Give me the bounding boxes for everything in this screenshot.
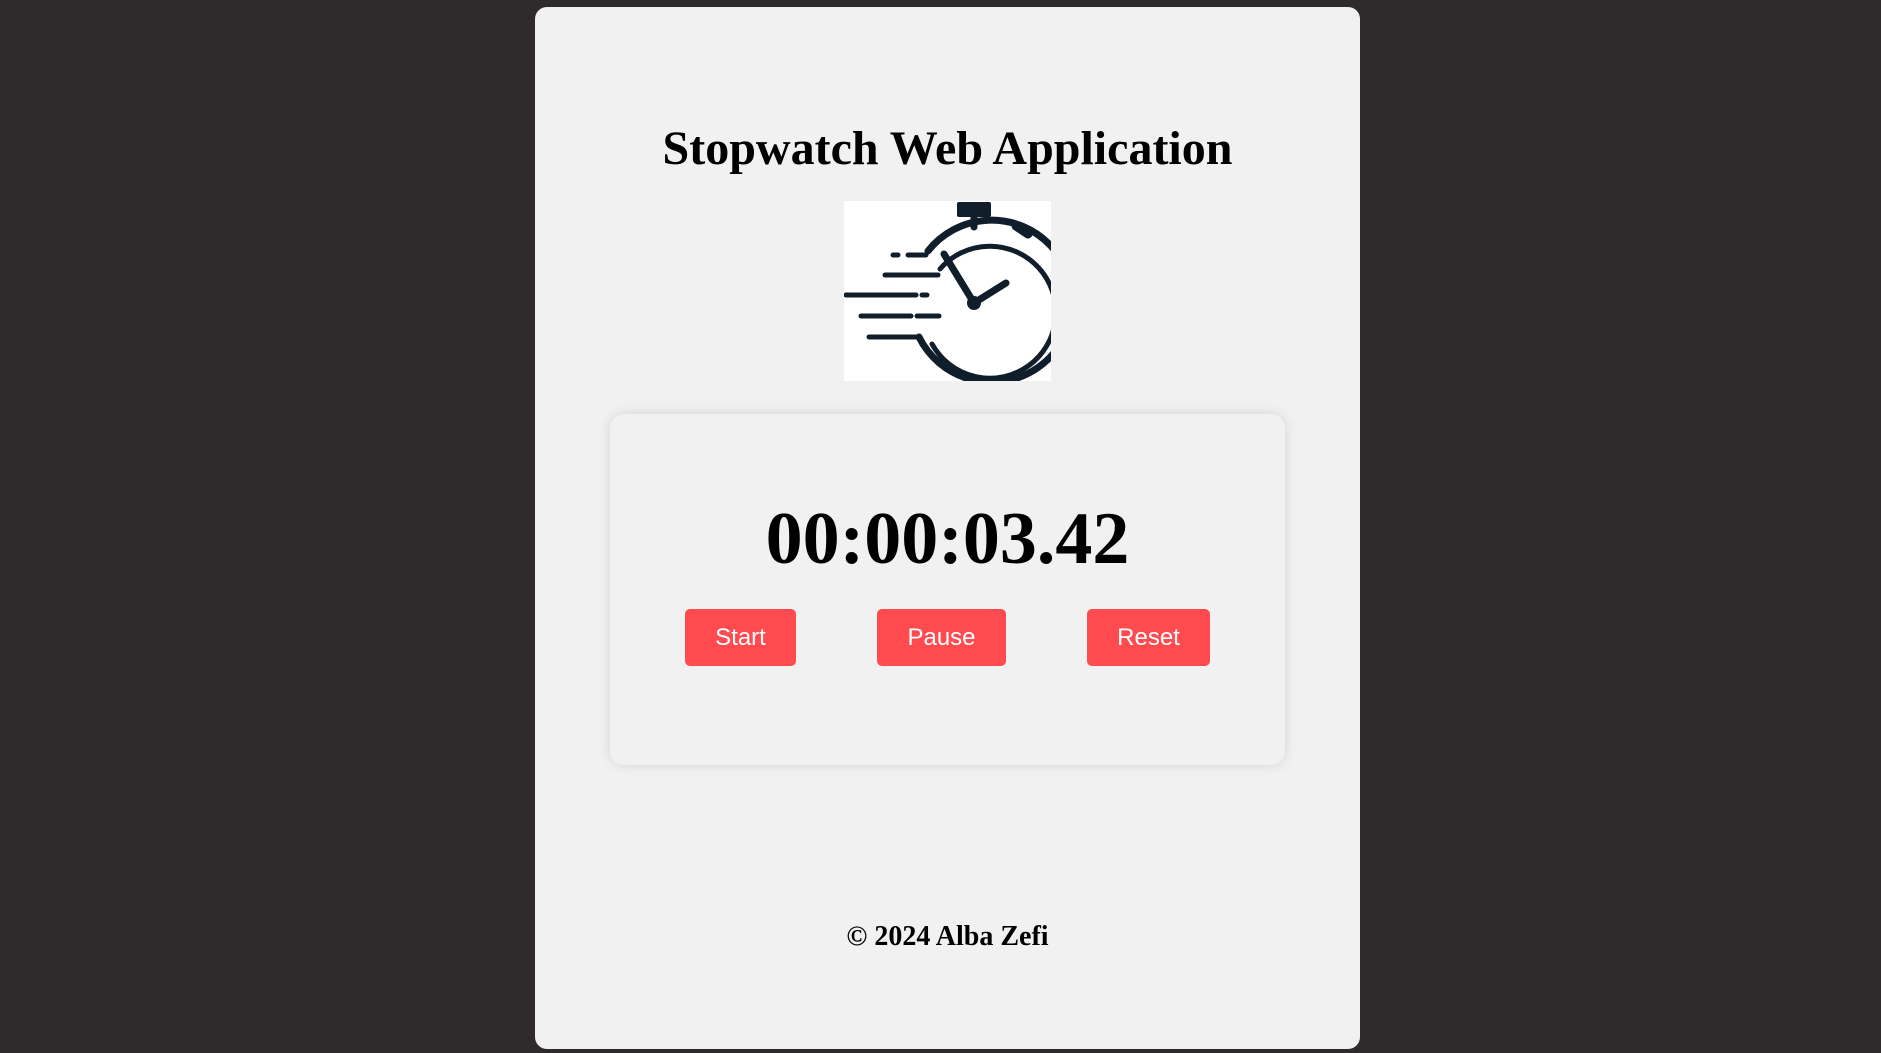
stopwatch-icon [844,202,1051,381]
footer-copyright: © 2024 Alba Zefi [846,921,1049,952]
stopwatch-logo [844,201,1051,381]
time-display: 00:00:03.42 [765,498,1130,580]
pause-button[interactable]: Pause [877,609,1006,666]
start-button[interactable]: Start [685,609,796,666]
stopwatch-card: Stopwatch Web Application 00:00:03.42 St… [535,7,1360,1049]
stopwatch-panel: 00:00:03.42 Start Pause Reset [610,414,1285,765]
reset-button[interactable]: Reset [1087,609,1210,666]
page-title: Stopwatch Web Application [662,122,1233,175]
